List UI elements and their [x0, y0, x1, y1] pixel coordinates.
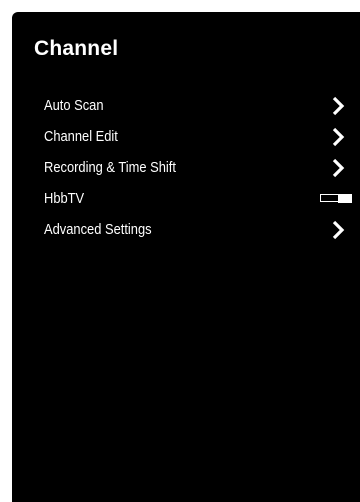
menu-item-label: HbbTV — [44, 190, 85, 207]
menu-item-hbbtv[interactable]: HbbTV — [12, 183, 360, 214]
toggle-knob — [338, 194, 352, 203]
menu-item-channel-edit[interactable]: Channel Edit — [12, 121, 360, 152]
menu-item-label: Advanced Settings — [44, 221, 152, 238]
chevron-right-icon — [332, 96, 345, 115]
menu-item-label: Auto Scan — [44, 97, 104, 114]
menu-item-label: Recording & Time Shift — [44, 159, 176, 176]
chevron-right-icon — [332, 158, 345, 177]
menu-item-label: Channel Edit — [44, 128, 118, 145]
chevron-right-icon — [332, 127, 345, 146]
menu-item-auto-scan[interactable]: Auto Scan — [12, 90, 360, 121]
channel-settings-panel: Channel Auto Scan Channel Edit Recording… — [12, 12, 360, 502]
menu-item-recording-time-shift[interactable]: Recording & Time Shift — [12, 152, 360, 183]
channel-menu-list: Auto Scan Channel Edit Recording & Time … — [12, 90, 360, 245]
panel-title: Channel — [34, 37, 119, 60]
hbbtv-toggle-switch[interactable] — [320, 194, 352, 203]
toggle-track — [320, 194, 339, 202]
chevron-right-icon — [332, 220, 345, 239]
menu-item-advanced-settings[interactable]: Advanced Settings — [12, 214, 360, 245]
